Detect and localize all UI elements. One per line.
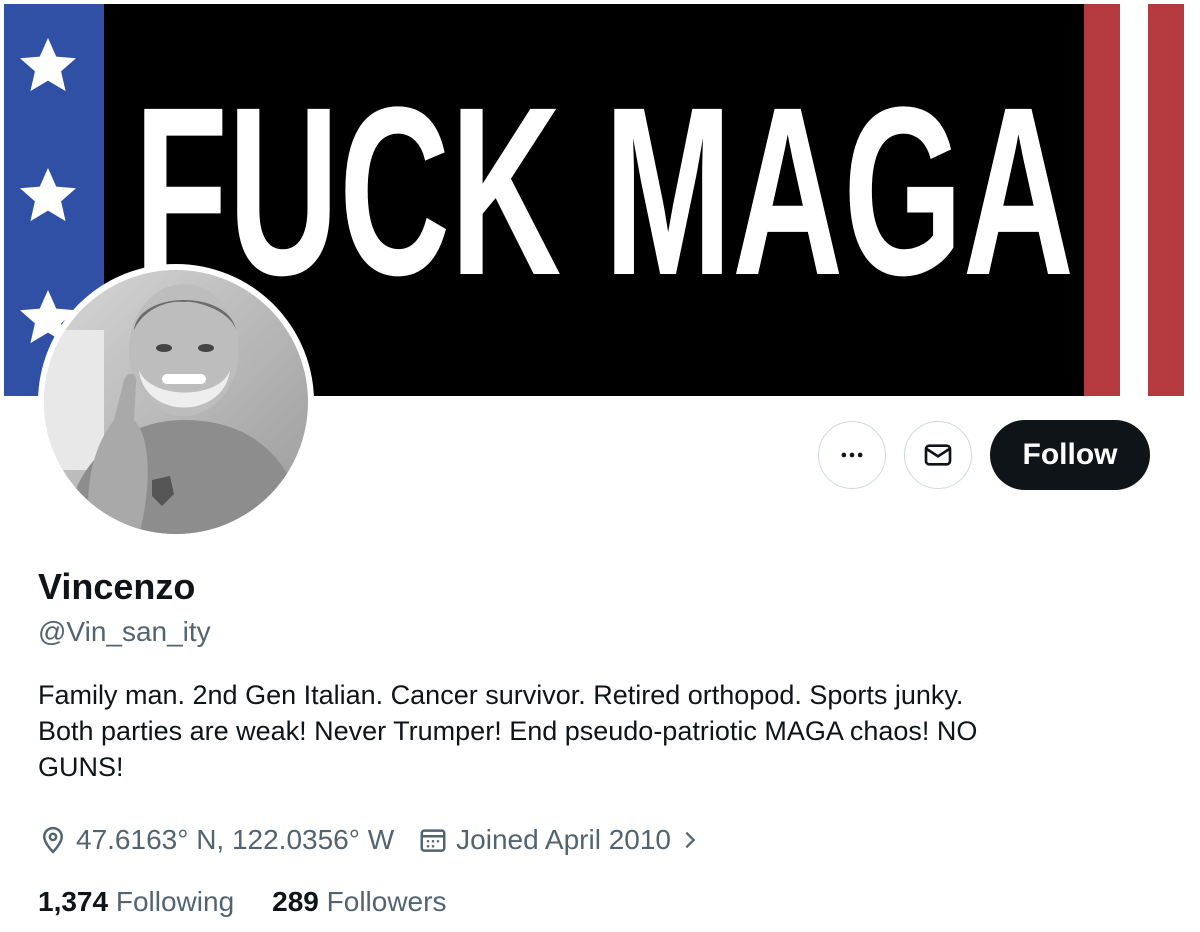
banner-slogan: FUCK MAGA (134, 74, 1074, 304)
profile-meta: 47.6163° N, 122.0356° W Joined April 201… (38, 822, 725, 858)
location: 47.6163° N, 122.0356° W (38, 824, 394, 856)
star-icon (20, 38, 76, 92)
star-icon (20, 168, 76, 222)
followers-count: 289 (272, 886, 319, 917)
flag-stripes (1084, 4, 1184, 396)
followers-label: Followers (326, 886, 447, 917)
bio-line: Both parties are weak! Never Trumper! En… (38, 716, 978, 746)
following-link[interactable]: 1,374 Following (38, 886, 234, 918)
joined-date[interactable]: Joined April 2010 (418, 824, 701, 856)
message-button[interactable] (904, 421, 972, 489)
location-text: 47.6163° N, 122.0356° W (76, 824, 395, 855)
avatar-photo (44, 270, 308, 534)
display-name: Vincenzo (38, 566, 196, 607)
following-count: 1,374 (38, 886, 109, 917)
followers-link[interactable]: 289 Followers (272, 886, 446, 918)
more-options-button[interactable] (818, 421, 886, 489)
user-handle: @Vin_san_ity (38, 616, 211, 647)
banner-slogan-text: FUCK MAGA (134, 74, 1074, 304)
joined-text: Joined April 2010 (456, 824, 671, 855)
location-pin-icon (42, 826, 64, 854)
avatar[interactable] (38, 264, 314, 540)
profile-bio: Family man. 2nd Gen Italian. Cancer surv… (38, 677, 1148, 785)
bio-line: GUNS! (38, 752, 124, 782)
profile-stats: 1,374 Following 289 Followers (38, 886, 484, 918)
following-label: Following (115, 886, 235, 917)
calendar-icon (420, 829, 446, 852)
envelope-icon (924, 444, 952, 466)
chevron-right-icon (685, 831, 696, 849)
follow-button[interactable]: Follow (990, 420, 1150, 490)
profile-page: FUCK MAGA Follow Vincenzo @Vin_san_ity F… (0, 0, 1200, 932)
more-horizontal-icon (841, 452, 863, 458)
bio-line: Family man. 2nd Gen Italian. Cancer surv… (38, 680, 964, 710)
